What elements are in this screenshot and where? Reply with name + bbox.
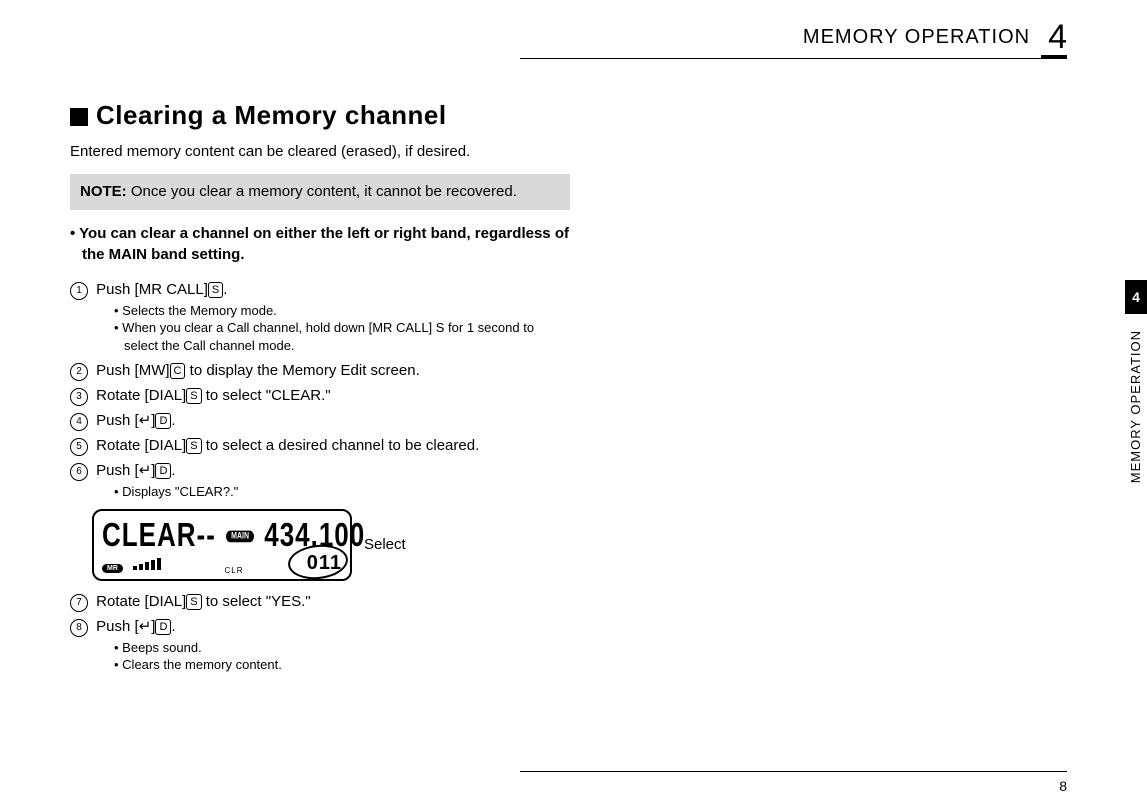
header-chapter-number: 4 <box>1048 20 1067 54</box>
step-number: 1 <box>70 282 88 300</box>
step-6-sub: Displays "CLEAR?." <box>92 483 570 501</box>
note-box: NOTE: Once you clear a memory content, i… <box>70 174 570 210</box>
header-section-title: MEMORY OPERATION <box>803 26 1030 49</box>
step-text-post: . <box>171 618 175 635</box>
lcd-channel: 011 <box>307 552 342 575</box>
step-text-pre: Push [↵] <box>96 618 155 635</box>
side-vertical-label: MEMORY OPERATION <box>1128 330 1143 483</box>
step-1-sub-1: Selects the Memory mode. <box>114 302 570 320</box>
step-number: 2 <box>70 363 88 381</box>
step-number: 3 <box>70 388 88 406</box>
step-8: 8 Push [↵]D. Beeps sound. Clears the mem… <box>70 616 570 674</box>
step-2: 2 Push [MW]C to display the Memory Edit … <box>70 360 570 381</box>
step-text-pre: Push [↵] <box>96 412 155 429</box>
lcd-line2: MR CLR 011 <box>102 552 342 575</box>
step-number: 5 <box>70 438 88 456</box>
step-text-post: to select "CLEAR." <box>202 387 331 404</box>
side-tab: 4 <box>1125 280 1147 314</box>
step-1-sub: Selects the Memory mode. When you clear … <box>92 302 570 355</box>
step-text-post: . <box>171 412 175 429</box>
step-text-pre: Rotate [DIAL] <box>96 437 186 454</box>
step-number: 7 <box>70 594 88 612</box>
lcd-main-badge: MAIN <box>226 531 254 543</box>
step-8-sub-1: Beeps sound. <box>114 639 570 657</box>
lcd-screen: CLEAR-- MAIN 434.100 MR CLR 011 <box>92 509 352 581</box>
lead-bullet: • You can clear a channel on either the … <box>70 224 570 265</box>
key-s: S <box>186 438 201 454</box>
lcd-signal-icon <box>133 558 161 570</box>
note-label: NOTE: <box>80 183 127 200</box>
lcd-clr-label: CLR <box>225 566 244 575</box>
note-text: Once you clear a memory content, it cann… <box>131 183 517 200</box>
step-6: 6 Push [↵]D. Displays "CLEAR?." <box>70 460 570 501</box>
key-s: S <box>186 388 201 404</box>
step-5: 5 Rotate [DIAL]S to select a desired cha… <box>70 435 570 456</box>
content-column: Clearing a Memory channel Entered memory… <box>70 100 570 680</box>
step-number: 8 <box>70 619 88 637</box>
step-text-post: . <box>223 281 227 298</box>
page-title-text: Clearing a Memory channel <box>96 100 447 130</box>
intro-text: Entered memory content can be cleared (e… <box>70 143 570 160</box>
step-text-pre: Push [MR CALL] <box>96 281 208 298</box>
title-square-icon <box>70 108 88 126</box>
page-root: MEMORY OPERATION 4 4 MEMORY OPERATION Cl… <box>0 0 1147 804</box>
step-7: 7 Rotate [DIAL]S to select "YES." <box>70 591 570 612</box>
lcd-left-group: MR <box>102 557 161 575</box>
step-3: 3 Rotate [DIAL]S to select "CLEAR." <box>70 385 570 406</box>
header-rule <box>520 58 1067 59</box>
step-text-pre: Rotate [DIAL] <box>96 593 186 610</box>
step-6-sub-1: Displays "CLEAR?." <box>114 483 570 501</box>
step-text-pre: Push [↵] <box>96 462 155 479</box>
step-text-post: to display the Memory Edit screen. <box>185 362 419 379</box>
step-8-sub-2: Clears the memory content. <box>114 656 570 674</box>
lcd-mr-badge: MR <box>102 564 123 573</box>
header-rule-accent <box>1041 55 1067 59</box>
step-number: 4 <box>70 413 88 431</box>
key-s: S <box>208 282 223 298</box>
step-text-pre: Rotate [DIAL] <box>96 387 186 404</box>
step-8-sub: Beeps sound. Clears the memory content. <box>92 639 570 674</box>
step-1: 1 Push [MR CALL]S. Selects the Memory mo… <box>70 279 570 355</box>
steps-list: 1 Push [MR CALL]S. Selects the Memory mo… <box>70 279 570 501</box>
key-d: D <box>155 463 171 479</box>
page-number: 8 <box>1059 778 1067 794</box>
key-c: C <box>170 363 186 379</box>
step-text-post: to select "YES." <box>202 593 311 610</box>
key-d: D <box>155 619 171 635</box>
lcd-figure: CLEAR-- MAIN 434.100 MR CLR 011 <box>92 509 570 581</box>
step-text-pre: Push [MW] <box>96 362 169 379</box>
key-s: S <box>186 594 201 610</box>
page-title: Clearing a Memory channel <box>70 100 570 131</box>
step-1-sub-2: When you clear a Call channel, hold down… <box>114 319 570 354</box>
step-text-post: to select a desired channel to be cleare… <box>202 437 480 454</box>
header-right: MEMORY OPERATION 4 <box>803 20 1067 54</box>
step-number: 6 <box>70 463 88 481</box>
step-text-post: . <box>171 462 175 479</box>
footer-rule <box>520 771 1067 772</box>
steps-list-cont: 7 Rotate [DIAL]S to select "YES." 8 Push… <box>70 591 570 674</box>
side-tab-number: 4 <box>1132 289 1140 305</box>
lcd-select-label: Select <box>364 536 406 553</box>
step-4: 4 Push [↵]D. <box>70 410 570 431</box>
lcd-text-left: CLEAR-- <box>102 515 216 554</box>
key-d: D <box>155 413 171 429</box>
